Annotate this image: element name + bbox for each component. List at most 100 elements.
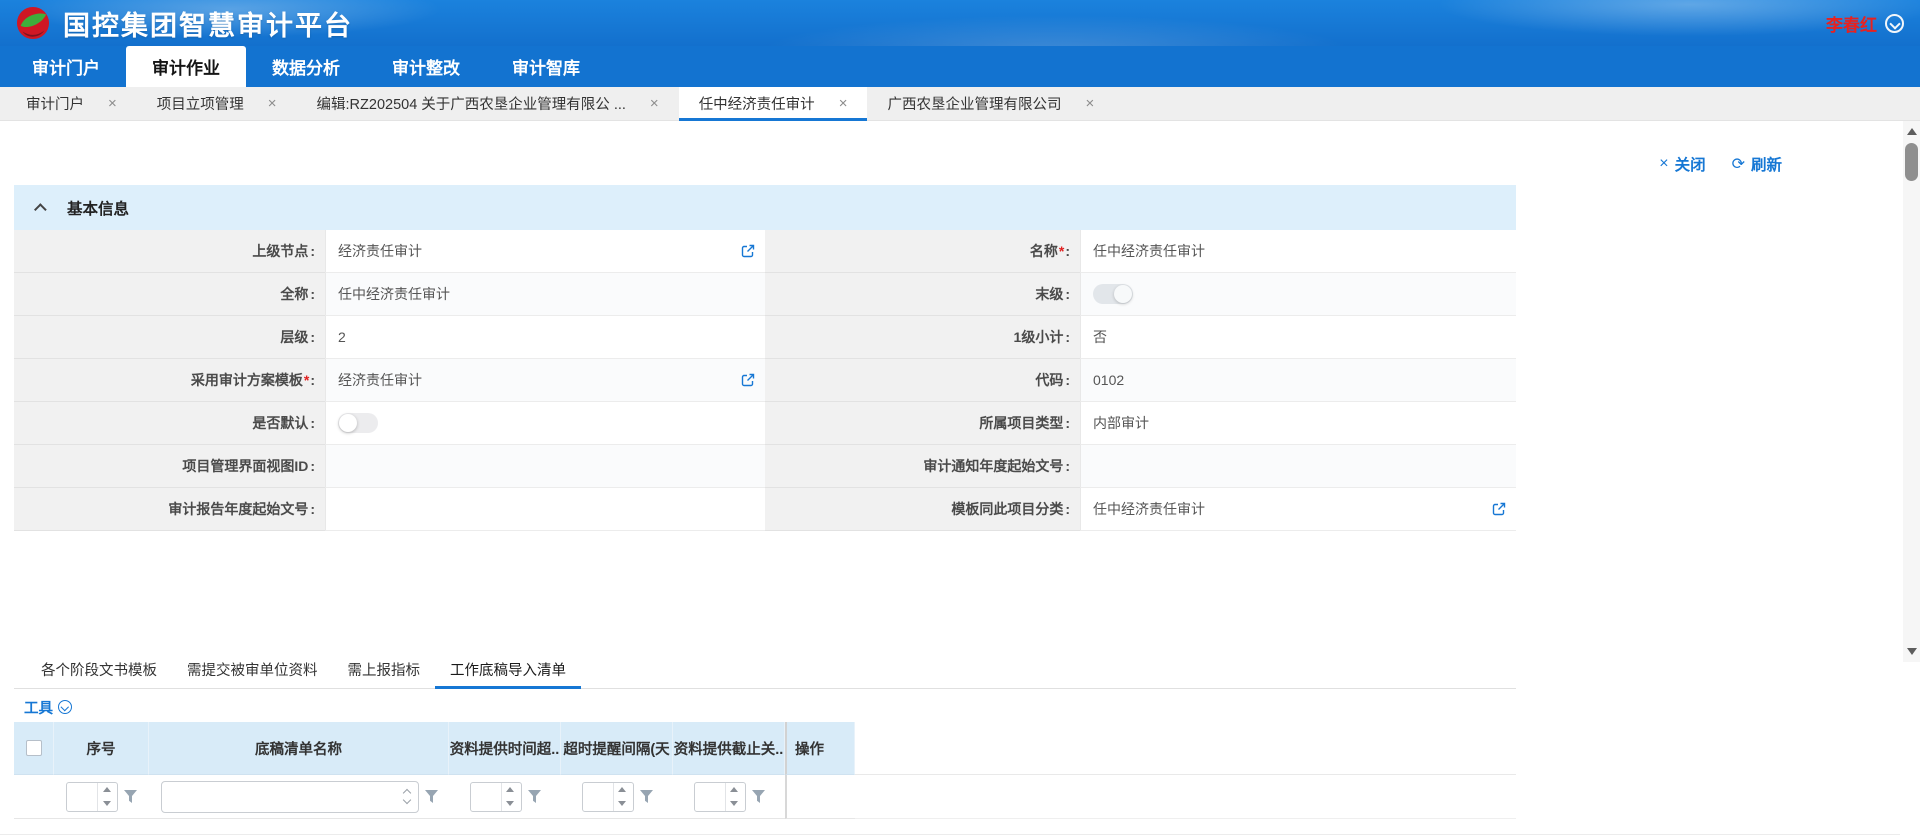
doc-tab-edit-rz202504[interactable]: 编辑:RZ202504 关于广西农垦企业管理有限公 ... × bbox=[297, 87, 679, 120]
table-header-row: 序号 底稿清单名称 资料提供时间超.. 超时提醒间隔(天 资料提供截止关.. 操… bbox=[14, 722, 1516, 775]
step-up-icon[interactable] bbox=[726, 783, 743, 797]
header-filler bbox=[855, 722, 1516, 775]
external-link-icon[interactable] bbox=[1492, 502, 1506, 516]
close-tab-icon[interactable]: × bbox=[839, 95, 848, 112]
step-down-icon[interactable] bbox=[726, 797, 743, 811]
nav-item-audit-knowledge[interactable]: 审计智库 bbox=[486, 46, 606, 87]
document-tabstrip: 审计门户 × 项目立项管理 × 编辑:RZ202504 关于广西农垦企业管理有限… bbox=[0, 87, 1920, 121]
close-tab-icon[interactable]: × bbox=[650, 95, 659, 112]
nav-item-audit-portal[interactable]: 审计门户 bbox=[6, 46, 126, 87]
col-header-list-name[interactable]: 底稿清单名称 bbox=[149, 722, 449, 775]
field-name[interactable]: 任中经济责任审计 bbox=[1080, 230, 1516, 273]
field-level[interactable]: 2 bbox=[325, 316, 765, 359]
section-title: 基本信息 bbox=[67, 197, 129, 219]
doc-tab-audit-portal[interactable]: 审计门户 × bbox=[6, 87, 137, 120]
field-project-type[interactable]: 内部审计 bbox=[1080, 402, 1516, 445]
user-name[interactable]: 李春红 bbox=[1826, 11, 1877, 36]
field-full-name[interactable]: 任中经济责任审计 bbox=[325, 273, 765, 316]
remind-interval-filter-input[interactable] bbox=[582, 782, 634, 812]
step-up-icon[interactable] bbox=[614, 783, 631, 797]
label-code: 代码: bbox=[765, 359, 1080, 402]
filter-funnel-icon[interactable] bbox=[640, 790, 653, 803]
field-level1-subtotal[interactable]: 否 bbox=[1080, 316, 1516, 359]
subtab-report-indicators[interactable]: 需上报指标 bbox=[333, 659, 436, 688]
doc-tab-project-setup[interactable]: 项目立项管理 × bbox=[137, 87, 297, 120]
step-up-icon[interactable] bbox=[98, 783, 115, 797]
tools-menu[interactable]: 工具 bbox=[24, 697, 53, 718]
filter-deadline-cell bbox=[673, 775, 785, 819]
time-exceed-filter-field[interactable] bbox=[471, 783, 501, 811]
refresh-icon: ⟳ bbox=[1732, 154, 1745, 174]
step-up-icon[interactable] bbox=[502, 783, 519, 797]
leaf-toggle[interactable] bbox=[1093, 284, 1133, 304]
close-tab-icon[interactable]: × bbox=[108, 95, 117, 112]
time-exceed-filter-input[interactable] bbox=[470, 782, 522, 812]
step-down-icon[interactable] bbox=[614, 797, 631, 811]
basic-info-section: 基本信息 上级节点: 经济责任审计 名称*: 任中经济责任审计 全称: 任中经济… bbox=[14, 185, 1516, 531]
close-icon: × bbox=[1659, 155, 1668, 173]
chevron-down-icon[interactable] bbox=[1885, 14, 1904, 33]
chevron-down-circle-icon[interactable] bbox=[58, 700, 72, 714]
external-link-icon[interactable] bbox=[741, 244, 755, 258]
seq-filter-input[interactable] bbox=[66, 782, 118, 812]
col-header-seq[interactable]: 序号 bbox=[54, 722, 149, 775]
remind-interval-filter-field[interactable] bbox=[583, 783, 613, 811]
label-audit-notice-doc-no: 审计通知年度起始文号: bbox=[765, 445, 1080, 488]
seq-filter-field[interactable] bbox=[67, 783, 97, 811]
table-toolbar: 工具 bbox=[14, 693, 1516, 721]
close-panel-button[interactable]: × 关闭 bbox=[1659, 153, 1705, 175]
filter-remind-interval-cell bbox=[561, 775, 673, 819]
col-header-deadline[interactable]: 资料提供截止关.. bbox=[673, 722, 785, 775]
label-leaf: 末级: bbox=[765, 273, 1080, 316]
field-template-category[interactable]: 任中经济责任审计 bbox=[1080, 488, 1516, 531]
content-panel: × 关闭 ⟳ 刷新 基本信息 上级节点: 经济责任审计 名称*: bbox=[0, 121, 1920, 839]
field-audit-report-doc-no[interactable] bbox=[325, 488, 765, 531]
field-parent-node[interactable]: 经济责任审计 bbox=[325, 230, 765, 273]
subtab-auditee-materials[interactable]: 需提交被审单位资料 bbox=[172, 659, 333, 688]
scrollbar-thumb[interactable] bbox=[1905, 143, 1918, 181]
col-header-time-exceed[interactable]: 资料提供时间超.. bbox=[449, 722, 561, 775]
filter-funnel-icon[interactable] bbox=[528, 790, 541, 803]
deadline-filter-input[interactable] bbox=[694, 782, 746, 812]
deadline-filter-field[interactable] bbox=[695, 783, 725, 811]
filter-funnel-icon[interactable] bbox=[752, 790, 765, 803]
label-parent-node: 上级节点: bbox=[14, 230, 325, 273]
label-audit-plan-template: 采用审计方案模板*: bbox=[14, 359, 325, 402]
basic-info-header[interactable]: 基本信息 bbox=[14, 185, 1516, 230]
external-link-icon[interactable] bbox=[741, 373, 755, 387]
filter-funnel-icon[interactable] bbox=[425, 790, 438, 803]
subtab-workpaper-import-list[interactable]: 工作底稿导入清单 bbox=[435, 659, 581, 688]
filter-operation-cell bbox=[785, 775, 855, 819]
doc-tab-incumbent-audit[interactable]: 任中经济责任审计 × bbox=[679, 87, 868, 120]
col-header-operation: 操作 bbox=[785, 722, 855, 775]
user-menu[interactable]: 李春红 bbox=[1826, 0, 1904, 46]
vertical-scrollbar[interactable] bbox=[1903, 121, 1920, 662]
close-tab-icon[interactable]: × bbox=[1085, 95, 1094, 112]
refresh-panel-button[interactable]: ⟳ 刷新 bbox=[1732, 153, 1782, 175]
field-audit-plan-template[interactable]: 经济责任审计 bbox=[325, 359, 765, 402]
name-filter-select[interactable] bbox=[161, 781, 419, 813]
field-pm-view-id[interactable] bbox=[325, 445, 765, 488]
subtab-stage-doc-templates[interactable]: 各个阶段文书模板 bbox=[26, 659, 172, 688]
step-down-icon[interactable] bbox=[502, 797, 519, 811]
close-tab-icon[interactable]: × bbox=[268, 95, 277, 112]
filter-funnel-icon[interactable] bbox=[124, 790, 137, 803]
is-default-toggle[interactable] bbox=[338, 413, 378, 433]
field-audit-notice-doc-no[interactable] bbox=[1080, 445, 1516, 488]
detail-subtabs: 各个阶段文书模板 需提交被审单位资料 需上报指标 工作底稿导入清单 bbox=[14, 653, 1516, 689]
scroll-up-icon[interactable] bbox=[1903, 123, 1920, 140]
doc-tab-guangxi-company[interactable]: 广西农垦企业管理有限公司 × bbox=[867, 87, 1114, 120]
collapse-caret-icon bbox=[34, 203, 47, 216]
select-all-checkbox[interactable] bbox=[26, 740, 42, 756]
label-audit-report-doc-no: 审计报告年度起始文号: bbox=[14, 488, 325, 531]
nav-item-audit-rectify[interactable]: 审计整改 bbox=[366, 46, 486, 87]
col-header-remind-interval[interactable]: 超时提醒间隔(天 bbox=[561, 722, 673, 775]
scroll-down-icon[interactable] bbox=[1903, 643, 1920, 660]
filter-filler bbox=[855, 775, 1516, 819]
label-is-default: 是否默认: bbox=[14, 402, 325, 445]
main-nav: 审计门户 审计作业 数据分析 审计整改 审计智库 bbox=[0, 46, 1920, 87]
nav-item-data-analysis[interactable]: 数据分析 bbox=[246, 46, 366, 87]
step-down-icon[interactable] bbox=[98, 797, 115, 811]
nav-item-audit-work[interactable]: 审计作业 bbox=[126, 46, 246, 87]
field-code[interactable]: 0102 bbox=[1080, 359, 1516, 402]
